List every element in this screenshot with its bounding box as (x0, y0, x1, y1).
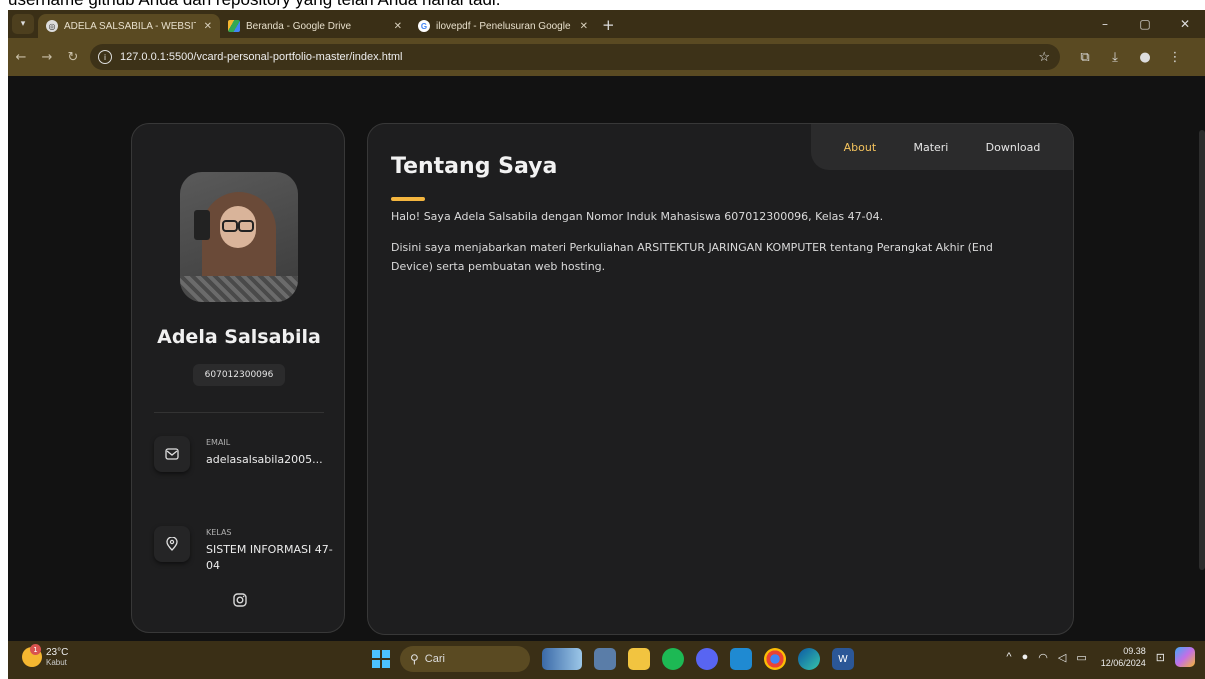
window-controls: – ▢ ✕ (1085, 10, 1205, 38)
about-paragraph-2: Disini saya menjabarkan materi Perkuliah… (391, 241, 993, 273)
tab-adela-website[interactable]: ◎ ADELA SALSABILA - WEBSITE H ✕ (38, 14, 220, 38)
close-tab-icon[interactable]: ✕ (386, 21, 402, 32)
tab-title: Beranda - Google Drive (246, 20, 352, 32)
profile-sidebar: Adela Salsabila 607012300096 EMAIL adela… (131, 123, 345, 633)
widgets-landscape-icon[interactable] (542, 648, 582, 670)
bookmark-star-icon[interactable]: ☆ (1038, 49, 1050, 65)
taskbar-search[interactable]: ⚲ Cari (400, 646, 530, 672)
tray-app-icon[interactable]: ● (1022, 651, 1029, 663)
search-icon: ⚲ (410, 652, 419, 666)
taskbar-center: ⚲ Cari W (372, 646, 854, 672)
extensions-icon[interactable]: ⧉ (1070, 50, 1100, 65)
minimize-button[interactable]: – (1085, 17, 1125, 31)
notification-badge: 1 (30, 644, 41, 655)
nav-download[interactable]: Download (986, 141, 1041, 154)
tab-title: ilovepdf - Penelusuran Google (436, 20, 571, 32)
profile-avatar-icon[interactable]: ● (1130, 50, 1160, 65)
maximize-button[interactable]: ▢ (1125, 17, 1165, 31)
vscode-icon[interactable] (730, 648, 752, 670)
contact-label: KELAS (206, 528, 232, 537)
profile-avatar (180, 172, 298, 302)
new-tab-button[interactable]: + (596, 16, 623, 38)
search-placeholder: Cari (424, 653, 445, 665)
tab-strip: ▾ ◎ ADELA SALSABILA - WEBSITE H ✕ Berand… (8, 10, 1205, 38)
nav-materi[interactable]: Materi (913, 141, 948, 154)
mail-icon (154, 436, 190, 472)
clock-time: 09.38 (1123, 646, 1146, 656)
title-accent-bar (391, 197, 425, 201)
google-icon: G (418, 20, 430, 32)
tab-search-button[interactable]: ▾ (12, 14, 34, 34)
about-paragraph-1: Halo! Saya Adela Salsabila dengan Nomor … (391, 210, 884, 223)
globe-icon: ◎ (46, 20, 58, 32)
back-arrow-icon[interactable]: ← (8, 50, 34, 65)
task-view-icon[interactable] (594, 648, 616, 670)
word-icon[interactable]: W (832, 648, 854, 670)
address-bar[interactable]: i 127.0.0.1:5500/vcard-personal-portfoli… (90, 44, 1060, 70)
copilot-icon[interactable] (1175, 647, 1195, 667)
clock-date: 12/06/2024 (1100, 658, 1146, 668)
article-title: Tentang Saya (391, 154, 558, 179)
weather-condition: Kabut (46, 658, 67, 667)
web-page: Adela Salsabila 607012300096 EMAIL adela… (8, 76, 1205, 641)
main-content-card: About Materi Download Tentang Saya Halo!… (367, 123, 1074, 635)
weather-sun-icon: 1 (22, 644, 42, 667)
nav-about[interactable]: About (844, 141, 877, 154)
instagram-icon[interactable] (232, 592, 248, 608)
browser-window: ▾ ◎ ADELA SALSABILA - WEBSITE H ✕ Berand… (8, 10, 1205, 679)
toolbar-icons: ⧉ ⤓ ● ⋮ (1070, 50, 1190, 65)
email-link[interactable]: adelasalsabila2005... (206, 452, 336, 468)
taskbar-clock[interactable]: 09.38 12/06/2024 (1101, 645, 1146, 669)
contact-label: EMAIL (206, 438, 231, 447)
class-value: SISTEM INFORMASI 47-04 (206, 543, 333, 572)
chrome-icon[interactable] (764, 648, 786, 670)
tab-title: ADELA SALSABILA - WEBSITE H (64, 20, 196, 32)
edge-icon[interactable] (798, 648, 820, 670)
tab-google-drive[interactable]: Beranda - Google Drive ✕ (220, 14, 410, 38)
browser-toolbar: ← → ↻ i 127.0.0.1:5500/vcard-personal-po… (8, 38, 1205, 76)
wifi-icon[interactable]: ◠ (1038, 651, 1048, 664)
close-window-button[interactable]: ✕ (1165, 17, 1205, 31)
browser-menu-icon[interactable]: ⋮ (1160, 50, 1190, 65)
close-tab-icon[interactable]: ✕ (572, 21, 588, 32)
volume-icon[interactable]: ◁ (1058, 651, 1066, 664)
close-tab-icon[interactable]: ✕ (196, 21, 212, 32)
profile-name: Adela Salsabila (157, 326, 321, 348)
spotify-icon[interactable] (662, 648, 684, 670)
student-id-badge: 607012300096 (193, 364, 285, 386)
site-info-icon[interactable]: i (98, 50, 112, 64)
navbar: About Materi Download (811, 124, 1073, 170)
url-text: 127.0.0.1:5500/vcard-personal-portfolio-… (120, 51, 403, 63)
top-caption-text: username github Anda dan repository yang… (8, 0, 1198, 10)
sidebar-separator (154, 412, 324, 413)
page-scrollbar[interactable] (1199, 130, 1205, 570)
system-tray: ^ ● ◠ ◁ ▭ 09.38 12/06/2024 ⊡ (996, 645, 1195, 669)
file-explorer-icon[interactable] (628, 648, 650, 670)
forward-arrow-icon[interactable]: → (34, 50, 60, 65)
windows-start-icon[interactable] (372, 650, 390, 668)
tab-ilovepdf-search[interactable]: G ilovepdf - Penelusuran Google ✕ (410, 14, 596, 38)
weather-temperature: 23°C (46, 647, 69, 658)
weather-widget[interactable]: 1 23°C Kabut (22, 644, 69, 667)
reload-icon[interactable]: ↻ (60, 50, 86, 65)
windows-taskbar: 1 23°C Kabut ⚲ Cari W ^ ● ◠ ◁ ▭ 09.38 12… (8, 641, 1205, 679)
download-icon[interactable]: ⤓ (1100, 50, 1130, 65)
chevron-up-icon[interactable]: ^ (1006, 651, 1011, 663)
discord-icon[interactable] (696, 648, 718, 670)
google-drive-icon (228, 20, 240, 32)
battery-icon[interactable]: ▭ (1076, 651, 1086, 664)
location-pin-icon (154, 526, 190, 562)
notification-icon[interactable]: ⊡ (1156, 651, 1165, 664)
